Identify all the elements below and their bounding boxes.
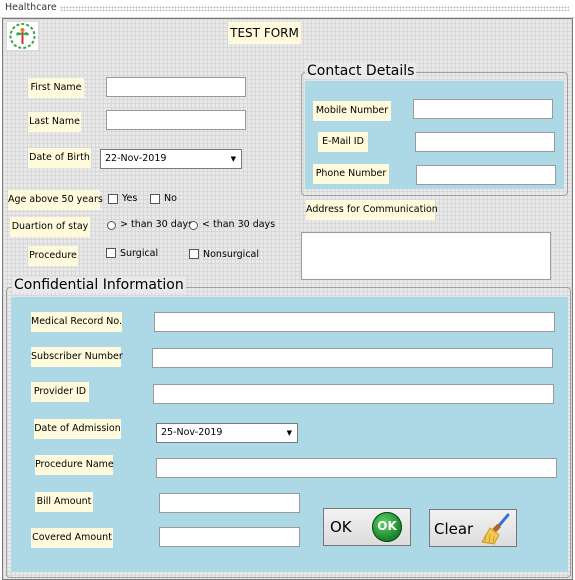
stay-more-radio[interactable] bbox=[107, 221, 116, 230]
dropdown-arrow-icon: ▼ bbox=[230, 155, 236, 163]
medical-record-label: Medical Record No. bbox=[31, 312, 122, 332]
ok-button-label: OK bbox=[330, 518, 352, 536]
address-input[interactable] bbox=[301, 232, 551, 280]
procedure-label: Procedure bbox=[28, 246, 78, 266]
address-label: Address for Communication bbox=[306, 200, 438, 220]
ok-icon: OK bbox=[372, 512, 402, 542]
admission-label: Date of Admission bbox=[34, 419, 121, 439]
nonsurgical-checkbox[interactable] bbox=[189, 249, 199, 259]
broom-icon bbox=[481, 513, 510, 545]
logo-icon bbox=[6, 21, 39, 51]
stay-label: Duartion of stay bbox=[10, 217, 90, 237]
age-yes-label: Yes bbox=[122, 193, 138, 204]
procedure-name-label: Procedure Name bbox=[35, 455, 114, 475]
confidential-title: Confidential Information bbox=[12, 277, 186, 293]
surgical-checkbox[interactable] bbox=[106, 248, 116, 258]
age-yes-checkbox[interactable] bbox=[108, 194, 118, 204]
dropdown-arrow-icon: ▼ bbox=[286, 429, 292, 437]
bill-amount-label: Bill Amount bbox=[35, 492, 93, 512]
subscriber-label: Subscriber Number bbox=[31, 347, 123, 367]
clear-button[interactable]: Clear bbox=[429, 509, 517, 547]
medical-record-input[interactable] bbox=[154, 312, 555, 332]
title-grip[interactable] bbox=[60, 6, 569, 11]
surgical-label: Surgical bbox=[120, 248, 159, 259]
covered-amount-label: Covered Amount bbox=[31, 528, 113, 548]
age-no-label: No bbox=[164, 193, 177, 204]
stay-more-label: > than 30 days bbox=[120, 219, 194, 230]
ok-icon-text: OK bbox=[377, 519, 397, 533]
ok-button[interactable]: OK OK bbox=[323, 508, 411, 546]
age-no-checkbox[interactable] bbox=[150, 194, 160, 204]
dob-dropdown[interactable]: 22-Nov-2019 ▼ bbox=[100, 149, 242, 169]
phone-label: Phone Number bbox=[313, 164, 389, 184]
first-name-label: First Name bbox=[28, 78, 84, 98]
admission-value: 25-Nov-2019 bbox=[161, 427, 223, 438]
form-frame: TEST FORM First Name Last Name Date of B… bbox=[2, 18, 573, 580]
email-label: E-Mail ID bbox=[318, 132, 368, 152]
last-name-label: Last Name bbox=[28, 112, 81, 132]
procedure-name-input[interactable] bbox=[156, 458, 557, 478]
contact-details-title: Contact Details bbox=[305, 63, 417, 79]
age-label: Age above 50 years bbox=[8, 190, 103, 210]
admission-dropdown[interactable]: 25-Nov-2019 ▼ bbox=[156, 423, 298, 443]
title-bar: Healthcare bbox=[0, 0, 575, 18]
subscriber-input[interactable] bbox=[152, 348, 553, 368]
mobile-input[interactable] bbox=[413, 99, 553, 119]
covered-amount-input[interactable] bbox=[159, 527, 300, 547]
dob-value: 22-Nov-2019 bbox=[105, 153, 167, 164]
stay-less-radio[interactable] bbox=[189, 221, 198, 230]
phone-input[interactable] bbox=[416, 165, 556, 185]
mobile-label: Mobile Number bbox=[313, 101, 391, 121]
window-title: Healthcare bbox=[5, 2, 57, 13]
provider-label: Provider ID bbox=[31, 382, 89, 402]
email-input[interactable] bbox=[415, 132, 555, 152]
nonsurgical-label: Nonsurgical bbox=[203, 249, 260, 260]
provider-input[interactable] bbox=[153, 384, 554, 404]
clear-button-label: Clear bbox=[434, 520, 474, 538]
dob-label: Date of Birth bbox=[28, 148, 91, 168]
first-name-input[interactable] bbox=[106, 77, 246, 97]
form-title: TEST FORM bbox=[228, 22, 301, 44]
stay-less-label: < than 30 days bbox=[202, 219, 276, 230]
last-name-input[interactable] bbox=[106, 110, 246, 130]
bill-amount-input[interactable] bbox=[159, 493, 300, 513]
